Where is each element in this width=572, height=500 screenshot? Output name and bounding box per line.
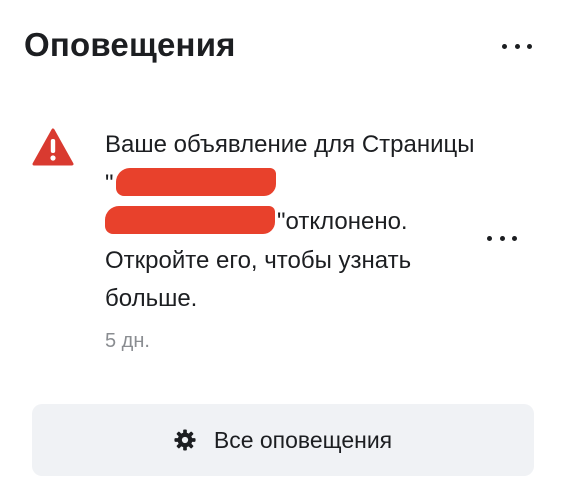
redacted-page-name	[105, 206, 275, 234]
redacted-page-name	[115, 167, 276, 196]
page-title: Оповещения	[24, 26, 236, 63]
notification-timestamp: 5 дн.	[105, 330, 150, 352]
all-notifications-label: Все оповещения	[213, 426, 393, 453]
warning-triangle-icon	[32, 128, 74, 166]
gear-icon	[174, 429, 196, 451]
notifications-panel: Оповещения Ваше объявление для Страницы …	[0, 0, 572, 500]
more-dot-icon	[514, 43, 520, 49]
notification-more-options-button[interactable]	[487, 228, 517, 248]
all-notifications-button[interactable]: Все оповещения	[32, 404, 534, 476]
more-dot-icon	[512, 235, 517, 241]
more-dot-icon	[487, 235, 492, 241]
header-more-options-button[interactable]	[502, 36, 532, 56]
notification-message: Ваше объявление для Страницы " "отклонено…	[105, 126, 475, 319]
more-dot-icon	[499, 235, 505, 241]
more-dot-icon	[527, 43, 532, 49]
more-dot-icon	[502, 43, 507, 49]
